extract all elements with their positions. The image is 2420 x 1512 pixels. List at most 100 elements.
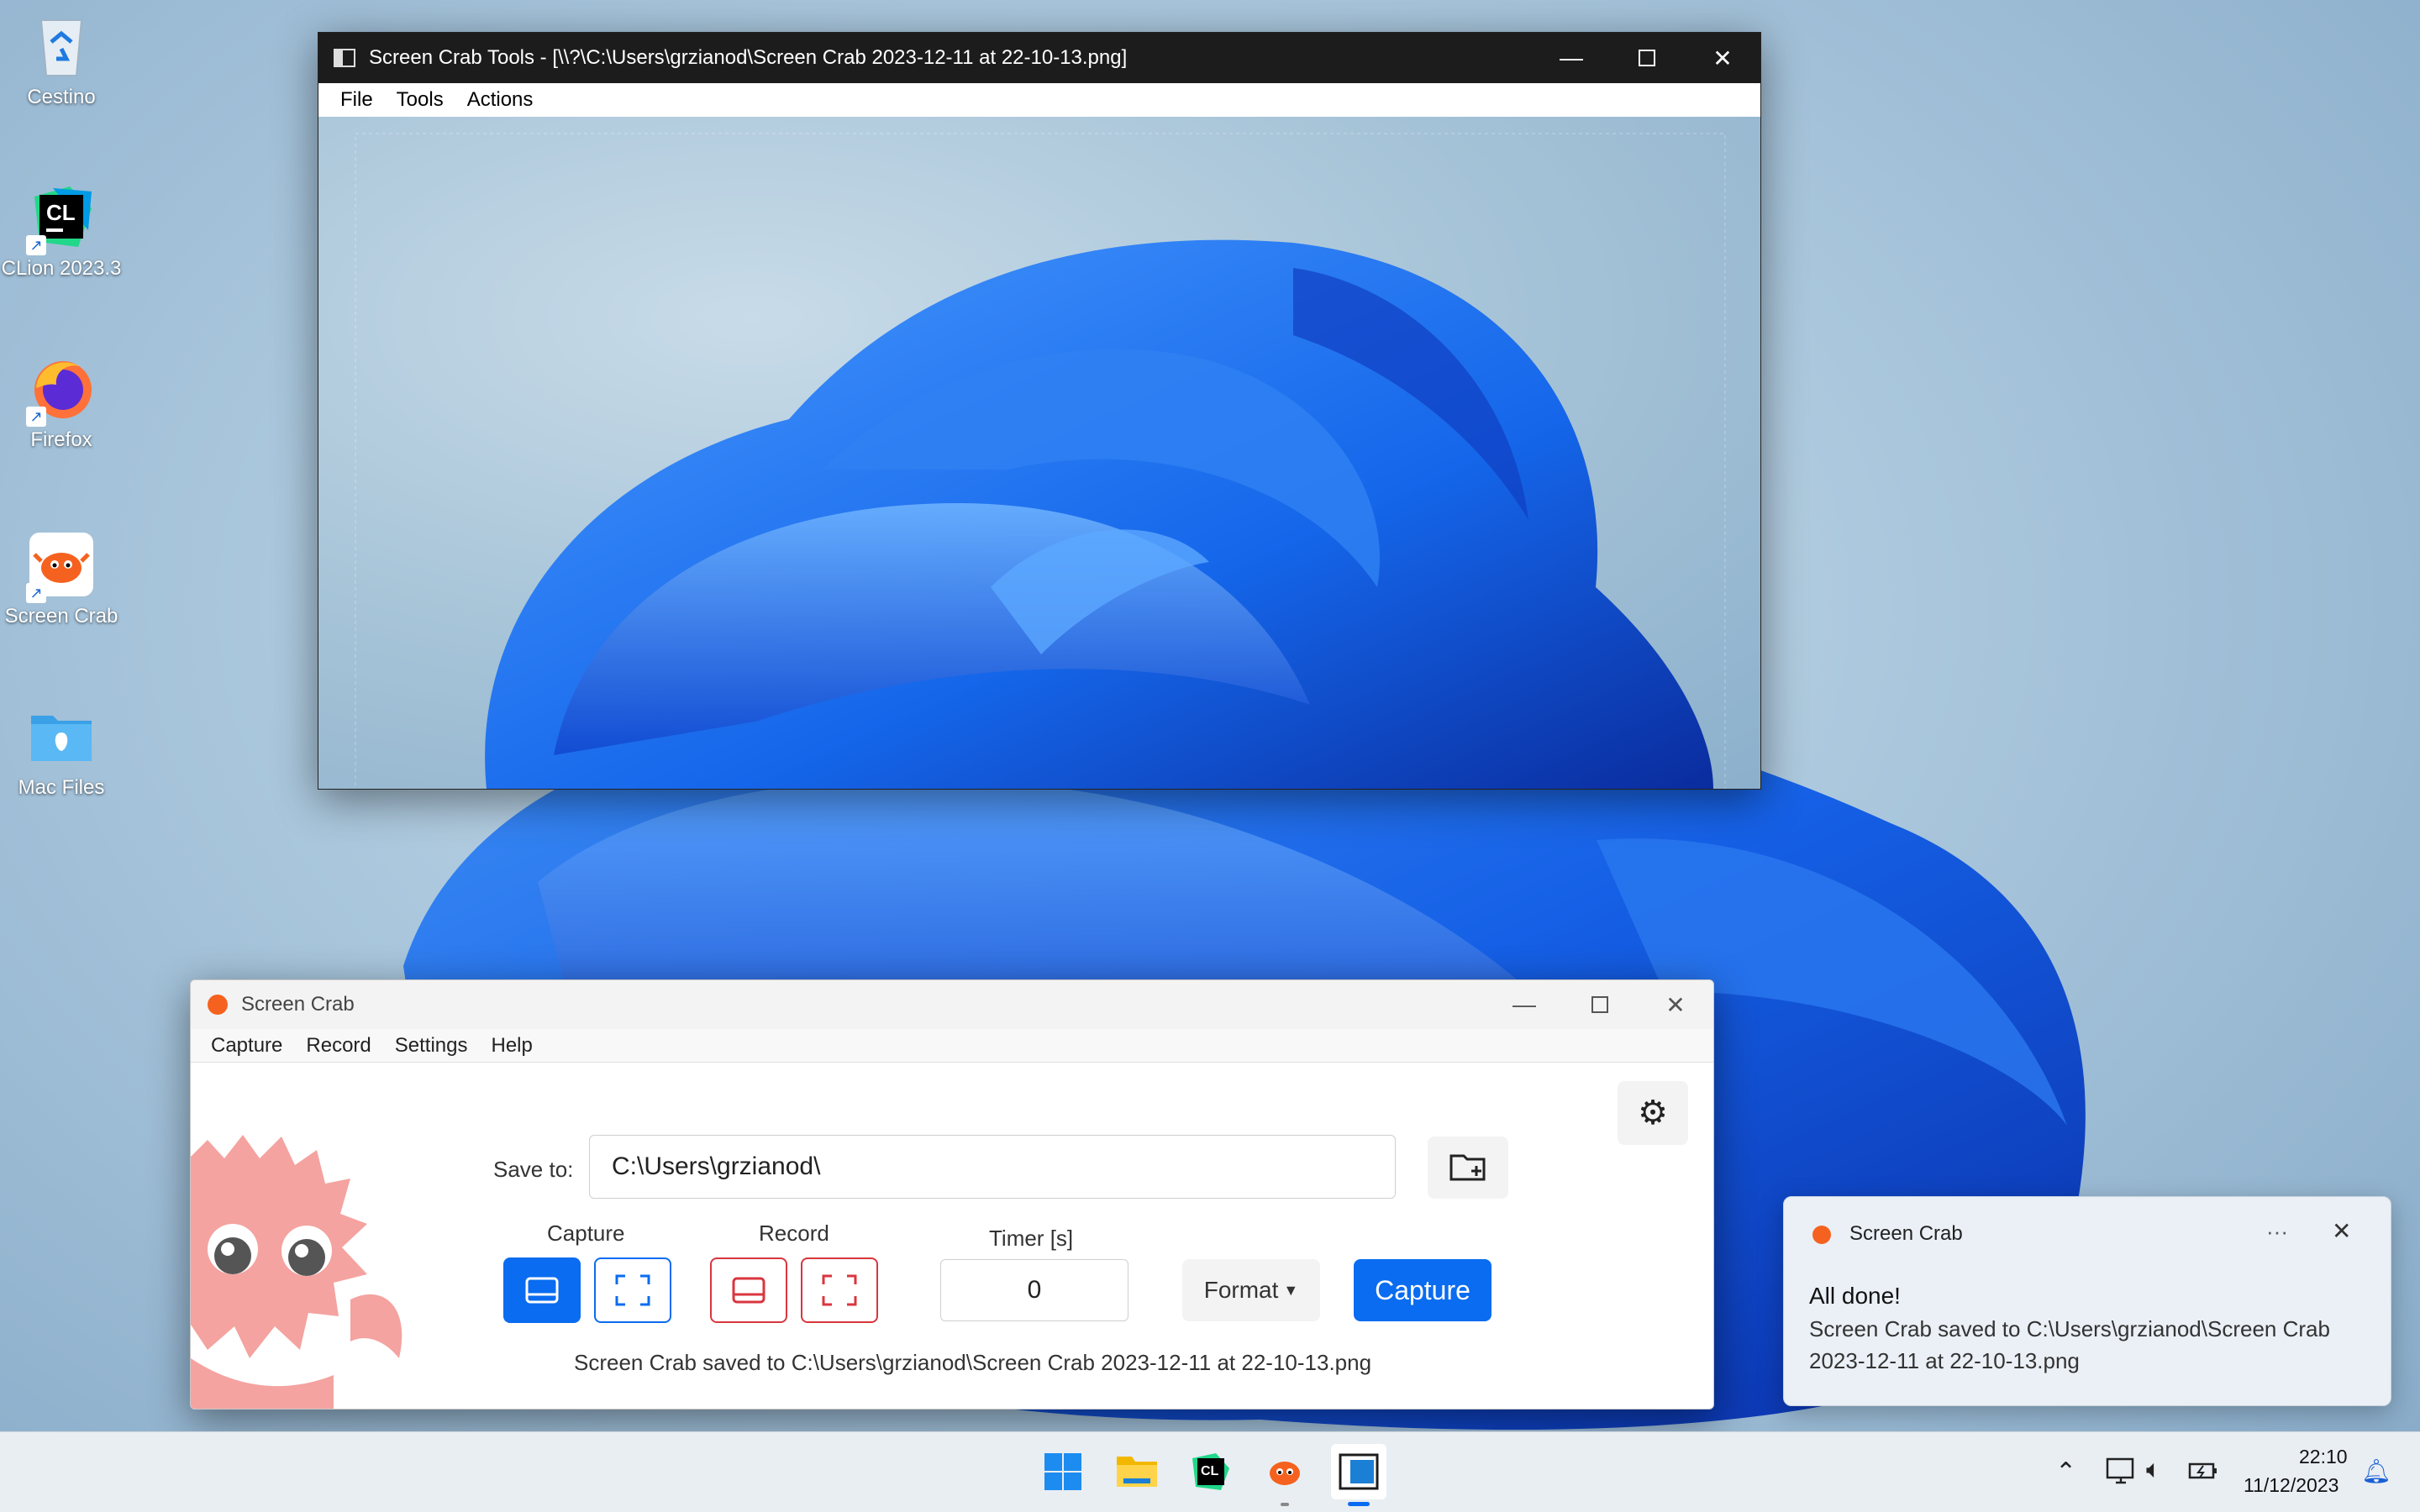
taskbar-file-explorer[interactable] [1109, 1444, 1165, 1499]
clion-icon: CL ↗ [26, 183, 95, 255]
selection-area-icon [615, 1274, 650, 1306]
crab-menu-bar: Capture Record Settings Help [191, 1029, 1713, 1063]
folder-icon [1117, 1457, 1157, 1487]
notification-app-name: Screen Crab [1849, 1222, 1963, 1245]
battery-icon[interactable] [2188, 1461, 2218, 1481]
crab-title-bar[interactable]: Screen Crab — ✕ [191, 980, 1713, 1029]
save-to-value: C:\Users\grzianod\ [612, 1152, 821, 1180]
menu-tools[interactable]: Tools [385, 88, 455, 112]
status-text: Screen Crab saved to C:\Users\grzianod\S… [574, 1350, 1372, 1375]
caret-down-icon: ▼ [1283, 1281, 1299, 1299]
desktop-icon-clion[interactable]: CL ↗ CLion 2023.3 [0, 183, 123, 281]
record-group-label: Record [759, 1221, 829, 1246]
menu-record[interactable]: Record [294, 1034, 382, 1058]
tools-title-bar[interactable]: Screen Crab Tools - [\\?\C:\Users\grzian… [318, 33, 1760, 83]
start-button[interactable] [1035, 1444, 1091, 1499]
crab-app-icon [208, 995, 228, 1015]
desktop-icon-label: CLion 2023.3 [1, 257, 122, 280]
maximize-button[interactable] [1609, 33, 1685, 83]
taskbar-screen-crab-tools[interactable] [1331, 1444, 1386, 1506]
screen-crab-window: Screen Crab — ✕ Capture Record Settings … [190, 979, 1714, 1410]
app-window-icon [334, 49, 355, 67]
tools-window: Screen Crab Tools - [\\?\C:\Users\grzian… [318, 32, 1761, 790]
preview-wallpaper-bloom [355, 133, 1726, 789]
menu-capture[interactable]: Capture [199, 1034, 294, 1058]
notification-body-line2: 2023-12-11 at 22-10-13.png [1809, 1348, 2080, 1373]
desktop-icon-label: Screen Crab [4, 605, 118, 627]
crab-app-icon [1812, 1226, 1831, 1244]
close-button[interactable]: ✕ [1638, 980, 1713, 1029]
screenshot-preview[interactable] [318, 117, 1760, 789]
taskbar-screen-crab[interactable] [1257, 1444, 1313, 1506]
running-indicator [1281, 1503, 1289, 1506]
svg-text:CL: CL [1201, 1464, 1219, 1478]
crab-icon [1270, 1462, 1300, 1485]
browse-folder-button[interactable] [1428, 1137, 1508, 1199]
timer-label: Timer [s] [989, 1226, 1074, 1251]
maximize-button[interactable] [1562, 980, 1638, 1029]
notification-heading: All done! [1809, 1283, 1901, 1309]
shortcut-arrow-icon: ↗ [26, 407, 46, 427]
clock-date[interactable]: 11/12/2023 [2244, 1474, 2338, 1497]
volume-icon[interactable]: 🔈︎ [2146, 1456, 2161, 1484]
minimize-button[interactable]: — [1486, 980, 1562, 1029]
crab-mascot [191, 1135, 402, 1409]
window-icon [525, 1277, 559, 1304]
window-icon [1339, 1453, 1379, 1490]
capture-button[interactable]: Capture [1354, 1259, 1491, 1321]
tools-menu-bar: File Tools Actions [318, 83, 1760, 117]
menu-file[interactable]: File [329, 88, 385, 112]
menu-help[interactable]: Help [479, 1034, 544, 1058]
save-to-label: Save to: [493, 1157, 574, 1182]
record-window-button[interactable] [710, 1257, 787, 1323]
network-icon[interactable] [2106, 1457, 2136, 1486]
notification-toast[interactable]: Screen Crab ··· ✕ All done! Screen Crab … [1783, 1196, 2391, 1406]
menu-actions[interactable]: Actions [455, 88, 545, 112]
minimize-button[interactable]: — [1534, 33, 1609, 83]
notification-bell-icon[interactable]: 🔔︎ [2361, 1457, 2391, 1485]
more-options-button[interactable]: ··· [2266, 1219, 2288, 1245]
selection-area-icon [822, 1274, 857, 1306]
timer-input[interactable]: 0 [940, 1259, 1128, 1321]
shortcut-arrow-icon: ↗ [26, 235, 46, 255]
capture-area-button[interactable] [594, 1257, 671, 1323]
clion-icon: CL [1192, 1453, 1229, 1490]
settings-gear-button[interactable]: ⚙ [1618, 1081, 1688, 1145]
menu-settings[interactable]: Settings [383, 1034, 480, 1058]
desktop-icon-screen-crab[interactable]: ↗ Screen Crab [0, 531, 123, 628]
format-dropdown[interactable]: Format ▼ [1182, 1259, 1320, 1321]
desktop-icon-recycle-bin[interactable]: Cestino [0, 12, 123, 109]
window-icon [732, 1277, 765, 1304]
record-area-button[interactable] [801, 1257, 878, 1323]
gear-icon: ⚙ [1638, 1095, 1668, 1131]
taskbar-clion[interactable]: CL [1183, 1444, 1239, 1499]
tools-window-title: Screen Crab Tools - [\\?\C:\Users\grzian… [369, 46, 1128, 69]
save-to-input[interactable]: C:\Users\grzianod\ [589, 1135, 1396, 1199]
recycle-bin-icon [28, 12, 95, 79]
firefox-icon: ↗ [26, 354, 95, 427]
clock-time[interactable]: 22:10 [2299, 1446, 2348, 1468]
crab-icon: ↗ [26, 531, 95, 603]
capture-window-button[interactable] [503, 1257, 581, 1323]
desktop-icon-firefox[interactable]: ↗ Firefox [0, 354, 123, 452]
taskbar: CL ⌃ 🔈︎ 22:10 11/12/2023 🔔︎ [0, 1431, 2420, 1512]
windows-logo-icon [1044, 1453, 1081, 1490]
capture-button-label: Capture [1375, 1274, 1470, 1305]
folder-add-icon [1449, 1154, 1486, 1181]
notification-body-line1: Screen Crab saved to C:\Users\grzianod\S… [1809, 1316, 2330, 1341]
close-button[interactable]: ✕ [1685, 33, 1760, 83]
desktop-icon-label: Firefox [30, 428, 92, 451]
shortcut-arrow-icon: ↗ [26, 583, 46, 603]
svg-text:CL: CL [46, 200, 76, 225]
chevron-up-icon[interactable]: ⌃ [2055, 1457, 2076, 1487]
desktop-icon-mac-files[interactable]: Mac Files [0, 702, 123, 800]
desktop-icon-label: Mac Files [18, 776, 105, 799]
active-indicator [1348, 1502, 1370, 1506]
format-label: Format [1203, 1277, 1279, 1303]
timer-value: 0 [1027, 1276, 1042, 1304]
folder-icon [28, 702, 95, 769]
crab-window-title: Screen Crab [241, 993, 355, 1016]
capture-group-label: Capture [547, 1221, 625, 1246]
desktop-icon-label: Cestino [27, 86, 96, 108]
close-icon[interactable]: ✕ [2332, 1217, 2351, 1245]
